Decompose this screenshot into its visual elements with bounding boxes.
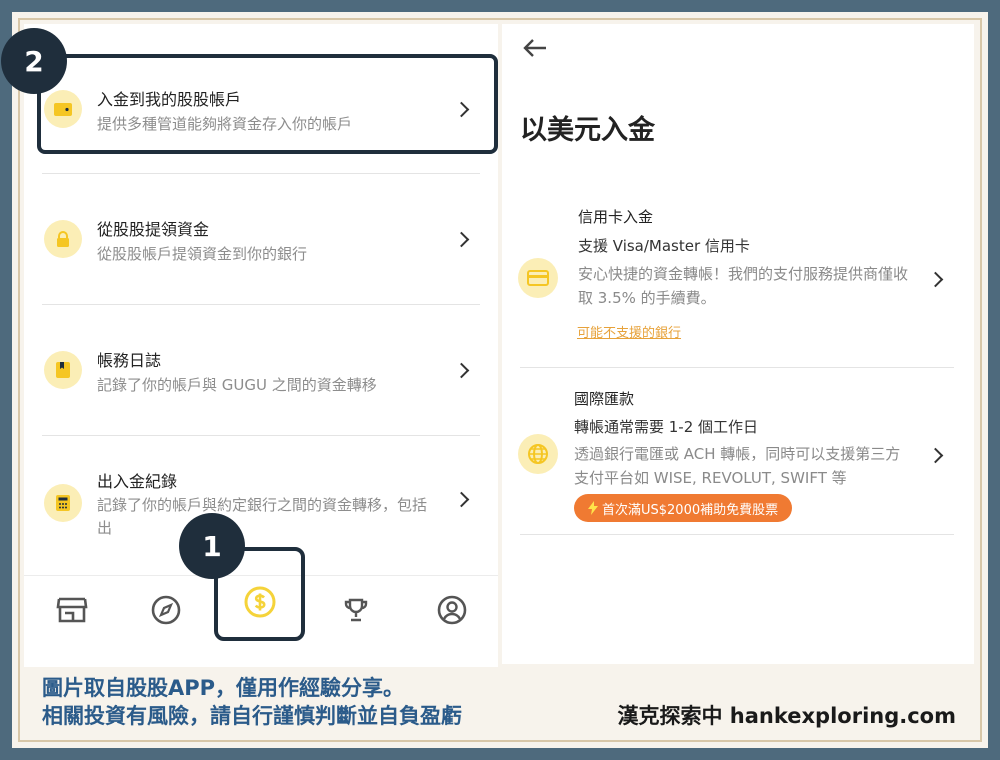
lightning-icon bbox=[588, 501, 598, 515]
option-subtitle: 支援 Visa/Master 信用卡 bbox=[578, 237, 750, 255]
brand-watermark: 漢克探索中 hankexploring.com bbox=[617, 704, 956, 728]
option-title: 國際匯款 bbox=[574, 390, 635, 408]
divider bbox=[520, 367, 954, 368]
menu-item-title: 從股股提領資金 bbox=[97, 220, 210, 239]
option-subtitle: 轉帳通常需要 1-2 個工作日 bbox=[574, 418, 759, 436]
arrow-left-icon bbox=[523, 39, 546, 57]
menu-item-withdraw[interactable]: 從股股提領資金 從股股帳戶提領資金到你的銀行 bbox=[24, 190, 498, 290]
back-button[interactable] bbox=[522, 36, 548, 60]
calculator-icon bbox=[44, 484, 82, 522]
step-2-highlight bbox=[37, 54, 498, 154]
tab-store[interactable] bbox=[42, 586, 102, 634]
chevron-right-icon bbox=[453, 362, 470, 379]
store-icon bbox=[56, 597, 88, 623]
usd-deposit-panel: 以美元入金 信用卡入金 支援 Visa/Master 信用卡 安心快捷的資金轉帳… bbox=[502, 24, 974, 664]
promo-badge: 首次滿US$2000補助免費股票 bbox=[574, 494, 793, 522]
menu-item-subtitle: 從股股帳戶提領資金到你的銀行 bbox=[97, 245, 308, 263]
page-title: 以美元入金 bbox=[520, 115, 655, 146]
unsupported-banks-link[interactable]: 可能不支援的銀行 bbox=[577, 322, 681, 341]
compass-icon bbox=[151, 595, 181, 625]
chevron-right-icon bbox=[927, 447, 944, 464]
bookmark-icon bbox=[44, 351, 82, 389]
step-1-badge: 1 bbox=[179, 513, 245, 579]
tab-bar-bottom-strip bbox=[24, 645, 498, 667]
divider bbox=[42, 435, 480, 436]
tab-profile[interactable] bbox=[422, 586, 482, 634]
menu-item-title: 出入金紀錄 bbox=[97, 472, 178, 491]
menu-item-title: 帳務日誌 bbox=[97, 351, 162, 370]
lock-icon bbox=[44, 220, 82, 258]
tab-rank[interactable] bbox=[326, 586, 386, 634]
caption-line-2: 相關投資有風險，請自行謹慎判斷並自負盈虧 bbox=[42, 704, 462, 728]
chevron-right-icon bbox=[453, 491, 470, 508]
divider bbox=[520, 534, 954, 535]
chevron-right-icon bbox=[453, 231, 470, 248]
option-wire-transfer[interactable]: 國際匯款 轉帳通常需要 1-2 個工作日 透過銀行電匯或 ACH 轉帳，同時可以… bbox=[502, 384, 974, 534]
divider bbox=[42, 304, 480, 305]
globe-icon bbox=[518, 434, 558, 474]
trophy-icon bbox=[344, 598, 368, 622]
option-description: 安心快捷的資金轉帳！我們的支付服務提供商僅收取 3.5% 的手續費。 bbox=[578, 265, 909, 307]
step-2-badge: 2 bbox=[1, 28, 67, 94]
option-credit-card[interactable]: 信用卡入金 支援 Visa/Master 信用卡 安心快捷的資金轉帳！我們的支付… bbox=[502, 200, 974, 350]
divider bbox=[42, 173, 480, 174]
menu-item-subtitle: 記錄了你的帳戶與約定銀行之間的資金轉移，包括出 bbox=[97, 496, 428, 537]
tab-explore[interactable] bbox=[136, 586, 196, 634]
menu-item-subtitle: 記錄了你的帳戶與 GUGU 之間的資金轉移 bbox=[97, 376, 377, 394]
chevron-right-icon bbox=[927, 271, 944, 288]
option-title: 信用卡入金 bbox=[578, 208, 654, 226]
menu-item-journal[interactable]: 帳務日誌 記錄了你的帳戶與 GUGU 之間的資金轉移 bbox=[24, 321, 498, 421]
caption-line-1: 圖片取自股股APP，僅用作經驗分享。 bbox=[42, 676, 405, 700]
card-icon bbox=[518, 258, 558, 298]
promo-text: 首次滿US$2000補助免費股票 bbox=[602, 502, 779, 518]
option-description: 透過銀行電匯或 ACH 轉帳，同時可以支援第三方支付平台如 WISE, REVO… bbox=[574, 445, 901, 487]
profile-icon bbox=[437, 595, 467, 625]
